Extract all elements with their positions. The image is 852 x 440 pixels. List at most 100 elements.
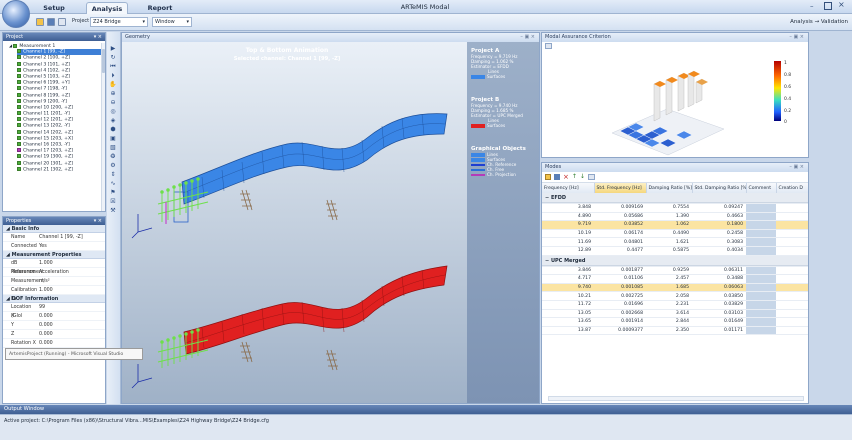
comment-cell[interactable]: [746, 274, 776, 284]
channel-checkbox[interactable]: [17, 135, 21, 140]
project-combo[interactable]: Z24 Bridge ▾: [90, 17, 148, 27]
table-row[interactable]: 4.717 0.01106 2.457 0.3488: [542, 274, 808, 284]
deform-icon[interactable]: ∿: [107, 179, 119, 188]
pin-icon[interactable]: ▾ ×: [94, 33, 105, 41]
channel-checkbox[interactable]: [17, 80, 21, 85]
column-header[interactable]: Creation D: [776, 183, 808, 193]
comment-cell[interactable]: [746, 246, 776, 256]
highlight-icon[interactable]: ⚑: [107, 188, 119, 197]
property-row[interactable]: Location (Glol 99: [3, 303, 105, 319]
tree-item-channel[interactable]: Channel 21 [302, +Z]: [17, 166, 105, 173]
application-menu-button[interactable]: [2, 0, 30, 28]
settings-icon[interactable]: ⚒: [107, 206, 119, 215]
breadcrumb[interactable]: Analysis → Validation: [760, 19, 848, 25]
property-value[interactable]: 0.000: [37, 330, 105, 338]
comment-cell[interactable]: [746, 220, 776, 230]
property-section-header[interactable]: ◢ DOF Information: [3, 295, 105, 303]
property-row[interactable]: Measurement Acceleration: [3, 268, 105, 277]
table-row[interactable]: 13.05 0.002668 3.614 0.03103: [542, 309, 808, 319]
table-row[interactable]: 9.719 0.03852 1.062 0.1800: [542, 220, 808, 230]
lock-icon[interactable]: ☒: [107, 197, 119, 206]
zoom-fit-icon[interactable]: ◎: [107, 107, 119, 116]
window-controls-icon[interactable]: – ▣ ×: [789, 33, 808, 42]
comment-cell[interactable]: [746, 326, 776, 336]
channel-checkbox[interactable]: [17, 142, 21, 146]
view-iso-icon[interactable]: ◈: [107, 116, 119, 125]
property-row[interactable]: Rotation X 0.000: [3, 339, 105, 348]
zoom-out-icon[interactable]: ⊖: [107, 98, 119, 107]
property-value[interactable]: Channel 1 [99, -Z]: [37, 233, 105, 241]
property-row[interactable]: Y 0.000: [3, 321, 105, 330]
property-row[interactable]: Connected Yes: [3, 242, 105, 251]
property-value[interactable]: 1.000: [37, 259, 105, 267]
save-icon[interactable]: [554, 174, 560, 180]
channel-checkbox[interactable]: [17, 160, 21, 165]
save-icon[interactable]: [47, 18, 55, 26]
comment-cell[interactable]: [746, 300, 776, 310]
window-controls-icon[interactable]: – ▣ ×: [520, 33, 539, 42]
mode-group-header[interactable]: − UPC Merged: [542, 255, 808, 266]
comment-cell[interactable]: [746, 291, 776, 301]
view-top-icon[interactable]: ⬢: [107, 125, 119, 134]
minimize-icon[interactable]: –: [810, 2, 818, 10]
tab-setup[interactable]: Setup: [38, 2, 70, 14]
table-row[interactable]: 11.72 0.01696 2.231 0.03829: [542, 300, 808, 310]
close-icon[interactable]: ×: [838, 1, 846, 10]
chart-options-icon[interactable]: [545, 43, 552, 49]
comment-cell[interactable]: [746, 283, 776, 293]
channel-checkbox[interactable]: [17, 67, 21, 72]
open-icon[interactable]: [545, 174, 551, 180]
select-icon[interactable]: ▶: [107, 44, 119, 53]
export-icon[interactable]: [58, 18, 66, 26]
move-up-icon[interactable]: ↑: [572, 174, 577, 182]
comment-cell[interactable]: [746, 229, 776, 239]
column-header[interactable]: Comment: [746, 183, 777, 193]
property-row[interactable]: Calibration Fa1.000: [3, 286, 105, 302]
maximize-icon[interactable]: [824, 2, 832, 10]
channel-checkbox[interactable]: [17, 61, 21, 66]
geometry-canvas[interactable]: Top & Bottom Animation Selected channel:…: [122, 42, 539, 403]
mode-group-header[interactable]: − EFDD: [542, 193, 808, 203]
channel-checkbox[interactable]: [17, 166, 21, 171]
view-side-icon[interactable]: ▧: [107, 143, 119, 152]
column-header[interactable]: Std. Damping Ratio [%]: [692, 183, 747, 193]
table-row[interactable]: 10.19 0.06174 0.4490 0.2458: [542, 229, 808, 239]
channel-checkbox[interactable]: [17, 86, 21, 91]
pin-icon[interactable]: ▾ ×: [94, 217, 105, 225]
property-value[interactable]: 0.000: [37, 321, 105, 329]
column-header[interactable]: Frequency [Hz]: [542, 183, 595, 193]
comment-cell[interactable]: [746, 317, 776, 327]
property-value[interactable]: 0.000: [37, 339, 105, 347]
property-value[interactable]: Yes: [37, 242, 105, 250]
channel-checkbox[interactable]: [17, 154, 21, 159]
open-icon[interactable]: [36, 18, 44, 26]
channel-checkbox[interactable]: [17, 104, 21, 109]
table-row[interactable]: 13.87 0.0009377 2.350 0.01171: [542, 326, 808, 336]
pan-icon[interactable]: ✋: [107, 80, 119, 89]
property-value[interactable]: 99: [37, 303, 105, 311]
channel-checkbox[interactable]: [17, 111, 21, 116]
arrows-icon[interactable]: ⇕: [107, 170, 119, 179]
table-row[interactable]: 3.848 0.009169 0.7554 0.09247: [542, 203, 808, 213]
property-row[interactable]: Name Channel 1 [99, -Z]: [3, 233, 105, 242]
channel-checkbox[interactable]: [17, 55, 21, 60]
camera-icon[interactable]: ❂: [107, 152, 119, 161]
table-row[interactable]: 9.740 0.001085 1.685 0.06063: [542, 283, 808, 293]
channel-checkbox[interactable]: [17, 98, 21, 103]
window-combo[interactable]: Window ▾: [152, 17, 192, 27]
tree-scrollbar[interactable]: [101, 43, 105, 211]
rotate-icon[interactable]: ↻: [107, 53, 119, 62]
property-row[interactable]: X 0.000: [3, 312, 105, 321]
column-header[interactable]: Damping Ratio [%]: [646, 183, 693, 193]
column-header[interactable]: Std. Frequency [Hz]: [594, 183, 647, 193]
columns-icon[interactable]: [587, 174, 595, 180]
table-row[interactable]: 4.890 0.05686 1.390 0.4663: [542, 212, 808, 222]
property-row[interactable]: dB Reference 1.000: [3, 259, 105, 275]
property-row[interactable]: Measurement m/s²: [3, 277, 105, 286]
channel-checkbox[interactable]: [17, 148, 21, 153]
play-icon[interactable]: ⏵: [107, 71, 119, 80]
channel-checkbox[interactable]: [17, 92, 21, 97]
first-frame-icon[interactable]: ⏮: [107, 62, 119, 71]
comment-cell[interactable]: [746, 309, 776, 319]
move-down-icon[interactable]: ↓: [580, 174, 585, 182]
